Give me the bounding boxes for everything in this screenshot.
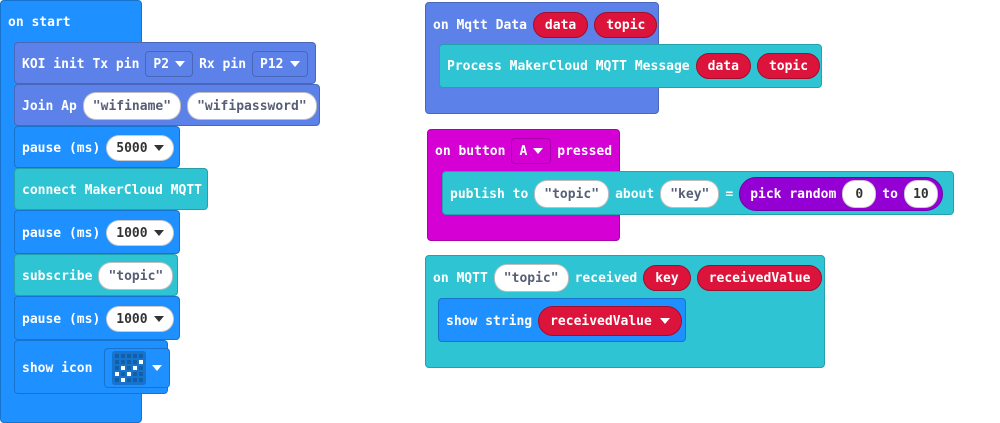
- pressed-label: pressed: [557, 143, 613, 159]
- on-mqtt-label: on MQTT: [433, 270, 488, 286]
- pause-label: pause (ms): [22, 311, 101, 327]
- on-button-label: on button: [435, 143, 506, 159]
- pause-block-3[interactable]: pause (ms) 1000: [14, 296, 180, 340]
- equals-label: =: [725, 186, 734, 202]
- show-string-label: show string: [446, 313, 533, 329]
- chevron-down-icon: [153, 230, 164, 236]
- pick-random-block[interactable]: pick random 0 to 10: [739, 177, 943, 211]
- publish-label: publish to: [450, 186, 529, 202]
- about-label: about: [615, 186, 655, 202]
- koi-init-label: KOI init Tx pin: [22, 56, 140, 72]
- ssid-input[interactable]: "wifiname": [82, 92, 182, 120]
- rx-pin-label: Rx pin: [199, 56, 247, 72]
- subscribe-label: subscribe: [22, 268, 93, 284]
- process-message-block[interactable]: Process MakerCloud MQTT Message data top…: [439, 44, 822, 88]
- received-topic-input[interactable]: "topic": [493, 264, 569, 292]
- random-from-input[interactable]: 0: [842, 180, 877, 208]
- tx-pin-dropdown[interactable]: P2: [145, 51, 194, 77]
- connect-mqtt-block[interactable]: connect MakerCloud MQTT: [14, 168, 208, 210]
- topic-param[interactable]: topic: [594, 12, 658, 38]
- pause-block-2[interactable]: pause (ms) 1000: [14, 210, 180, 254]
- data-arg[interactable]: data: [695, 53, 751, 79]
- random-to-input[interactable]: 10: [903, 180, 938, 208]
- topic-arg[interactable]: topic: [756, 53, 821, 79]
- on-mqtt-data-label: on Mqtt Data: [433, 17, 527, 33]
- on-start-label: on start: [8, 14, 71, 30]
- show-string-block[interactable]: show string receivedValue: [438, 298, 686, 342]
- pick-random-label: pick random: [750, 186, 837, 202]
- show-icon-label: show icon: [22, 360, 93, 376]
- chevron-down-icon: [152, 365, 163, 371]
- publish-key-input[interactable]: "key": [660, 180, 720, 208]
- pause-label: pause (ms): [22, 140, 101, 156]
- show-icon-block[interactable]: show icon: [14, 340, 171, 394]
- chevron-down-icon: [289, 61, 300, 67]
- pause-label: pause (ms): [22, 225, 101, 241]
- chevron-down-icon: [153, 145, 164, 151]
- chevron-down-icon: [659, 318, 670, 324]
- koi-init-block[interactable]: KOI init Tx pin P2 Rx pin P12: [14, 42, 316, 84]
- chevron-down-icon: [175, 61, 186, 67]
- pause-value-dropdown[interactable]: 5000: [106, 135, 174, 161]
- publish-block[interactable]: publish to "topic" about "key" = pick ra…: [442, 171, 954, 215]
- subscribe-topic-input[interactable]: "topic": [98, 262, 174, 290]
- icon-picker-dropdown[interactable]: [104, 348, 171, 388]
- chevron-down-icon: [153, 316, 164, 322]
- received-label: received: [574, 270, 638, 286]
- rx-pin-dropdown[interactable]: P12: [252, 51, 308, 77]
- key-param[interactable]: key: [643, 265, 691, 291]
- subscribe-block[interactable]: subscribe "topic": [14, 254, 178, 296]
- pause-block-1[interactable]: pause (ms) 5000: [14, 126, 180, 168]
- join-ap-block[interactable]: Join Ap "wifiname" "wifipassword": [14, 84, 320, 126]
- received-value-param[interactable]: receivedValue: [696, 265, 823, 291]
- data-param[interactable]: data: [532, 12, 589, 38]
- pause-value-dropdown[interactable]: 1000: [106, 220, 174, 246]
- process-message-label: Process MakerCloud MQTT Message: [447, 58, 690, 74]
- chevron-down-icon: [533, 148, 544, 154]
- join-ap-label: Join Ap: [22, 98, 77, 114]
- password-input[interactable]: "wifipassword": [187, 92, 317, 120]
- random-to-label: to: [882, 186, 898, 202]
- led-grid-icon: [112, 351, 147, 385]
- received-value-dropdown[interactable]: receivedValue: [538, 306, 682, 336]
- connect-mqtt-label: connect MakerCloud MQTT: [22, 182, 203, 198]
- button-dropdown[interactable]: A: [511, 138, 552, 164]
- publish-topic-input[interactable]: "topic": [534, 180, 610, 208]
- pause-value-dropdown[interactable]: 1000: [106, 306, 174, 332]
